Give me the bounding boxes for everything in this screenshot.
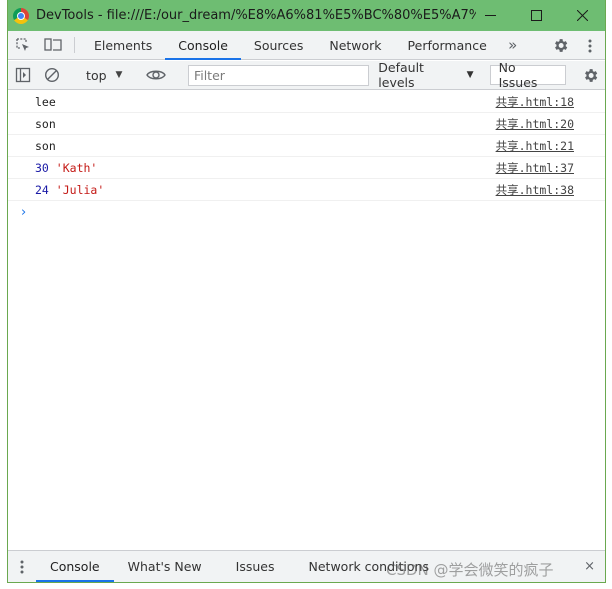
console-toolbar: top ▼ Default levels ▼ No Issues (8, 60, 605, 90)
live-expression-button[interactable] (141, 68, 171, 82)
source-link[interactable]: 共享.html:38 (496, 182, 574, 198)
more-tabs-button[interactable]: » (500, 31, 526, 59)
close-icon (576, 10, 588, 21)
message-text: son (35, 117, 56, 131)
minimize-icon (484, 15, 496, 16)
kebab-menu-icon (20, 560, 24, 573)
source-link[interactable]: 共享.html:37 (496, 160, 574, 176)
tab-label: Issues (235, 559, 275, 574)
tab-label: Sources (253, 37, 304, 53)
log-levels-dropdown[interactable]: Default levels ▼ (378, 60, 473, 90)
sidebar-toggle-icon (15, 67, 30, 83)
log-value: lee (35, 94, 56, 109)
log-string: 'Julia' (55, 182, 105, 197)
device-toggle-icon (44, 38, 62, 51)
kebab-menu-icon (588, 39, 592, 52)
eye-icon (146, 70, 167, 80)
dropdown-caret-icon: ▼ (466, 70, 474, 80)
message-text: 24 'Julia' (35, 183, 104, 197)
minimize-button[interactable] (467, 0, 513, 31)
console-log: lee 共享.html:18 son 共享.html:20 son 共享.htm… (8, 91, 605, 223)
watermark: CSDN @学会微笑的疯子 (386, 561, 554, 579)
close-drawer-icon[interactable]: × (584, 559, 595, 574)
tab-network[interactable]: Network (316, 31, 394, 59)
tab-label: Console (50, 559, 100, 574)
gear-icon (584, 68, 597, 82)
drawer-tab-console[interactable]: Console (36, 551, 114, 582)
toolbar-divider (74, 37, 75, 53)
inspect-element-icon (16, 38, 29, 51)
settings-button[interactable] (545, 37, 575, 54)
window-title: DevTools - file:///E:/our_dream/%E8%A6%8… (36, 8, 476, 23)
console-message: 30 'Kath' 共享.html:37 (8, 157, 605, 179)
device-toolbar-button[interactable] (38, 31, 68, 59)
console-settings-button[interactable] (575, 67, 605, 84)
console-message: 24 'Julia' 共享.html:38 (8, 179, 605, 201)
log-value: son (35, 116, 56, 131)
tab-label: Elements (94, 37, 153, 53)
tabbar-right-controls (532, 31, 605, 60)
log-number: 30 (35, 160, 49, 175)
show-sidebar-button[interactable] (8, 67, 38, 83)
chrome-logo-icon (13, 7, 29, 24)
prompt-chevron-icon: › (21, 204, 27, 220)
drawer-tab-issues[interactable]: Issues (216, 551, 289, 582)
maximize-button[interactable] (513, 0, 559, 31)
drawer-tab-whats-new[interactable]: What's New (114, 551, 216, 582)
devtools-window: DevTools - file:///E:/our_dream/%E8%A6%8… (7, 0, 606, 583)
console-message: son 共享.html:21 (8, 135, 605, 157)
gear-icon (554, 39, 567, 52)
tab-elements[interactable]: Elements (81, 31, 165, 59)
tab-label: Network (329, 37, 382, 53)
console-message: son 共享.html:20 (8, 113, 605, 135)
clear-console-button[interactable] (38, 67, 68, 83)
window-controls (467, 0, 605, 31)
log-string: 'Kath' (55, 160, 98, 175)
console-prompt[interactable]: › (8, 201, 605, 223)
panel-tab-bar: Elements Console Sources Network Perform… (8, 31, 605, 60)
log-value: son (35, 138, 56, 153)
issues-label: No Issues (498, 60, 538, 90)
tab-console[interactable]: Console (165, 31, 241, 60)
filter-input[interactable] (187, 64, 370, 86)
tab-label: Performance (407, 37, 487, 53)
message-text: son (35, 139, 56, 153)
source-link[interactable]: 共享.html:20 (496, 116, 574, 132)
tab-label: What's New (127, 559, 202, 574)
message-text: lee (35, 95, 56, 109)
log-number: 24 (35, 182, 49, 197)
tab-label: Console (178, 37, 228, 53)
source-link[interactable]: 共享.html:21 (496, 138, 574, 154)
message-text: 30 'Kath' (35, 161, 97, 175)
chevron-double-right-icon: » (508, 36, 518, 54)
console-message: lee 共享.html:18 (8, 91, 605, 113)
context-value: top (86, 67, 107, 83)
tab-sources[interactable]: Sources (241, 31, 316, 59)
levels-label: Default levels (378, 60, 424, 90)
source-link[interactable]: 共享.html:18 (496, 94, 574, 110)
drawer-menu-button[interactable] (8, 551, 36, 582)
customize-menu-button[interactable] (575, 39, 605, 53)
tab-performance[interactable]: Performance (395, 31, 500, 59)
issues-button[interactable]: No Issues (489, 60, 567, 90)
inspect-element-button[interactable] (8, 31, 38, 59)
clear-icon (45, 67, 60, 83)
close-button[interactable] (559, 0, 605, 31)
context-selector[interactable]: top ▼ (80, 68, 128, 83)
dropdown-caret-icon: ▼ (115, 70, 123, 80)
title-bar: DevTools - file:///E:/our_dream/%E8%A6%8… (8, 0, 605, 31)
maximize-icon (530, 10, 542, 21)
